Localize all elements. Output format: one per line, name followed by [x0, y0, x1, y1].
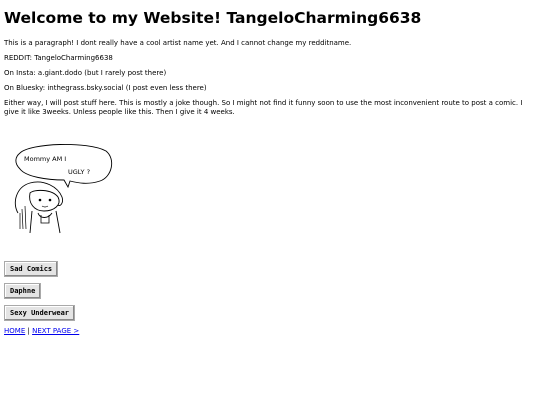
reddit-line: REDDIT: TangeloCharming6638 [4, 54, 113, 62]
description-paragraph: Either way, I will post stuff here. This… [4, 99, 523, 116]
comic-drawing: Mommy AM I UGLY ? [14, 144, 113, 234]
daphne-button[interactable]: Daphne [4, 283, 42, 299]
character-face [29, 189, 60, 212]
intro-paragraph: This is a paragraph! I dont really have … [4, 39, 352, 47]
page: Welcome to my Website! TangeloCharming66… [0, 9, 540, 336]
nav-separator: | [27, 327, 30, 335]
sad-comics-button[interactable]: Sad Comics [4, 261, 59, 277]
home-link[interactable]: HOME [4, 327, 25, 335]
bottom-nav: HOME | NEXT PAGE > [4, 327, 536, 336]
character-body [29, 210, 61, 234]
character-hair [14, 181, 63, 214]
speech-text-line1: Mommy AM I [24, 155, 66, 163]
page-title: Welcome to my Website! TangeloCharming66… [4, 9, 422, 27]
sexy-underwear-button[interactable]: Sexy Underwear [4, 305, 76, 321]
speech-bubble [15, 144, 113, 189]
bluesky-line: On Bluesky: inthegrass.bsky.social (I po… [4, 84, 207, 92]
insta-line: On Insta: a.giant.dodo (but I rarely pos… [4, 69, 167, 77]
speech-text-line2: UGLY ? [68, 168, 90, 176]
next-page-link[interactable]: NEXT PAGE > [32, 327, 79, 335]
